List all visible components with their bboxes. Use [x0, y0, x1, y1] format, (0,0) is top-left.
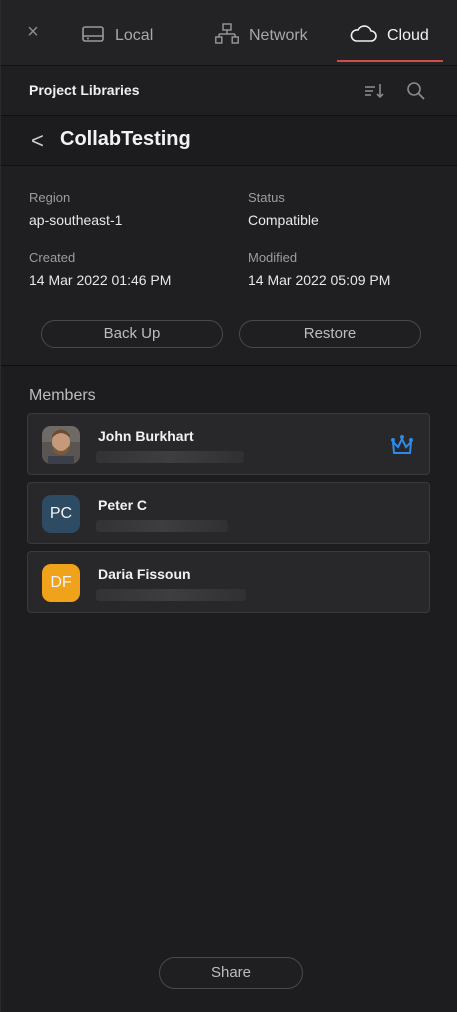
created-value: 14 Mar 2022 01:46 PM	[29, 272, 172, 288]
status-value: Compatible	[248, 212, 319, 228]
page-title: Project Libraries	[29, 82, 140, 98]
avatar	[42, 426, 80, 464]
member-name: Peter C	[98, 497, 148, 513]
tab-bar: × Local Network Cloud	[1, 0, 457, 66]
project-title-row: < CollabTesting	[1, 116, 457, 166]
member-item[interactable]: John Burkhart	[27, 413, 430, 475]
status-label: Status	[248, 190, 285, 205]
modified-label: Modified	[248, 250, 298, 265]
cloud-icon	[349, 24, 377, 48]
created-label: Created	[29, 250, 76, 265]
close-icon[interactable]: ×	[23, 22, 43, 42]
project-libraries-panel: × Local Network Cloud Project Libraries …	[0, 0, 457, 1012]
back-up-button[interactable]: Back Up	[41, 320, 223, 348]
tab-local-label: Local	[115, 27, 154, 44]
region-value: ap-southeast-1	[29, 212, 123, 228]
restore-button[interactable]: Restore	[239, 320, 421, 348]
member-name: Daria Fissoun	[98, 566, 191, 582]
member-email-redacted	[96, 520, 228, 532]
project-info: Region ap-southeast-1 Status Compatible …	[1, 166, 457, 366]
member-email-redacted	[96, 589, 246, 601]
tab-cloud[interactable]: Cloud	[349, 18, 429, 54]
member-email-redacted	[96, 451, 244, 463]
search-icon[interactable]	[405, 80, 427, 102]
crown-icon	[389, 434, 415, 456]
back-icon[interactable]: <	[31, 129, 47, 153]
library-header: Project Libraries	[1, 66, 457, 116]
member-name: John Burkhart	[98, 428, 194, 444]
active-tab-indicator	[337, 60, 443, 62]
avatar: DF	[42, 564, 80, 602]
region-label: Region	[29, 190, 71, 205]
member-item[interactable]: PC Peter C	[27, 482, 430, 544]
tab-network[interactable]: Network	[215, 18, 308, 54]
sort-icon[interactable]	[363, 80, 385, 102]
tab-network-label: Network	[249, 27, 308, 44]
avatar: PC	[42, 495, 80, 533]
drive-icon	[81, 25, 105, 48]
network-icon	[215, 22, 239, 50]
modified-value: 14 Mar 2022 05:09 PM	[248, 272, 391, 288]
tab-local[interactable]: Local	[81, 18, 153, 54]
share-button[interactable]: Share	[159, 957, 303, 989]
members-heading: Members	[29, 387, 96, 404]
tab-cloud-label: Cloud	[387, 27, 429, 44]
member-item[interactable]: DF Daria Fissoun	[27, 551, 430, 613]
project-title: CollabTesting	[60, 128, 191, 150]
